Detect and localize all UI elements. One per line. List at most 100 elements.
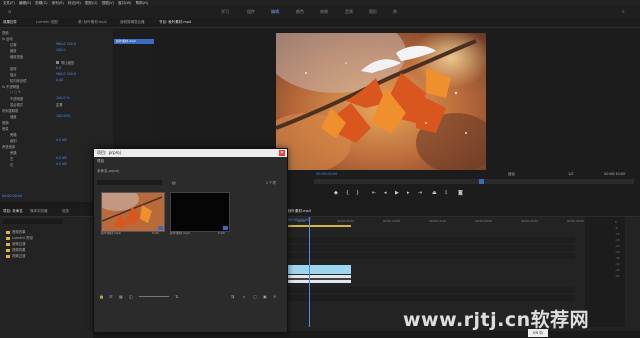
tab-effect-controls[interactable]: 效果控件	[3, 20, 17, 25]
list-item[interactable]: 视频过渡	[6, 253, 26, 258]
clip-name[interactable]: 秋叶素材.mp4	[170, 231, 190, 235]
effect-row-10[interactable]: 不透明度 100.0 %	[10, 96, 70, 101]
workspace-editing[interactable]: 编辑	[271, 9, 279, 15]
resolution-dropdown[interactable]: 1/2	[568, 172, 574, 176]
dialog-search-input[interactable]	[97, 180, 162, 185]
effect-row-8[interactable]: 防闪烁滤镜 0.00	[10, 78, 63, 83]
effect-row-20[interactable]: 左 0.0 dB	[10, 156, 67, 161]
effect-row-7[interactable]: 锚点 960.0 540.0	[10, 72, 76, 77]
fit-dropdown[interactable]: 适合	[508, 172, 515, 177]
go-to-in-icon[interactable]: ⇤	[372, 190, 376, 196]
effect-timecode[interactable]: 00:00:00:00	[2, 194, 22, 199]
go-to-out-icon[interactable]: ⇥	[418, 190, 422, 196]
tab-lumetri-scopes[interactable]: Lumetri 范围	[36, 20, 58, 25]
extract-icon[interactable]: ⇩	[444, 190, 448, 196]
effect-row-17[interactable]: 级别 0.0 dB	[10, 138, 67, 143]
tab-audio-mixer[interactable]: 音频剪辑混合器	[120, 20, 145, 25]
lock-icon[interactable]: 🔒	[99, 294, 104, 299]
dialog-title-bar[interactable]: 项目: .prproj	[94, 149, 287, 157]
clip-thumbnail[interactable]	[101, 192, 165, 232]
workspace-effects[interactable]: 效果	[320, 9, 328, 15]
effect-row-14: 音频	[2, 121, 9, 125]
sort-icon[interactable]: ⇅	[175, 294, 178, 299]
new-bin-icon[interactable]: ▤	[172, 180, 176, 185]
clip-thumbnail[interactable]	[170, 192, 230, 232]
new-bin-icon[interactable]: ▢	[253, 294, 257, 299]
mark-out-icon[interactable]: }	[356, 190, 359, 196]
effect-row-9[interactable]: fx 不透明度	[2, 84, 19, 89]
effect-row-15[interactable]: 音量	[2, 126, 9, 131]
tab-media-browser[interactable]: 媒体浏览器	[30, 209, 48, 214]
effect-row-21[interactable]: 右 0.0 dB	[10, 162, 67, 167]
lift-icon[interactable]: ⏏	[432, 190, 437, 196]
audio-waveform	[285, 278, 351, 280]
video-clip[interactable]	[285, 265, 351, 274]
effect-row-5[interactable]: 等比缩放	[56, 60, 74, 65]
automate-icon[interactable]: ⇶	[231, 294, 234, 299]
effects-search-input[interactable]	[3, 219, 63, 224]
add-marker-icon[interactable]: ◆	[334, 190, 338, 196]
workspace-audio[interactable]: 音频	[345, 9, 353, 15]
list-item[interactable]: 视频效果	[6, 247, 26, 252]
home-icon[interactable]: ⌂	[8, 9, 11, 15]
list-view-icon[interactable]: ☰	[109, 294, 113, 299]
clip-name[interactable]: 秋叶素材.mp4	[101, 231, 121, 235]
mark-in-icon[interactable]: {	[346, 190, 349, 196]
step-forward-icon[interactable]: ▸	[407, 190, 410, 196]
program-duration: 00:00:10:00	[604, 172, 626, 176]
workspace-graphics[interactable]: 图形	[369, 9, 377, 15]
effect-row-18[interactable]: 声道音量	[2, 144, 15, 149]
effect-row-3[interactable]: 缩放 100.0	[10, 48, 65, 53]
timeline-playhead[interactable]	[309, 217, 310, 327]
ime-indicator[interactable]: EN 中	[528, 329, 548, 337]
zoom-slider[interactable]	[139, 296, 169, 297]
search-icon[interactable]: ⌕	[622, 9, 625, 15]
list-item[interactable]: 音频效果	[6, 229, 26, 234]
program-scrubber[interactable]	[314, 179, 634, 184]
tab-sequence[interactable]: 秋叶素材.mp4	[288, 209, 311, 214]
playhead-indicator[interactable]	[479, 179, 484, 184]
effect-row-12[interactable]: 时间重映射	[2, 108, 18, 113]
item-count: 2 个项	[266, 181, 276, 185]
track-v3[interactable]	[285, 237, 575, 243]
track-a3[interactable]	[285, 295, 575, 301]
effect-row-4[interactable]: 缩放宽度	[10, 54, 23, 59]
mask-tools[interactable]: ○ □ ✎	[10, 90, 21, 95]
project-dialog: 项目: .prproj ✕ 项目 未命名.prproj ▤ 2 个项 秋叶素材.…	[93, 148, 288, 333]
export-frame-icon[interactable]: ◙	[458, 190, 463, 196]
step-back-icon[interactable]: ◂	[384, 190, 387, 196]
list-item[interactable]: Lumetri 预设	[6, 235, 33, 240]
effect-row-2[interactable]: 位置 960.0 540.0	[10, 42, 76, 47]
effect-row-1[interactable]: fx 运动	[2, 36, 13, 41]
icon-view-icon[interactable]: ▦	[119, 294, 123, 299]
tab-program[interactable]: 节目: 秋叶素材.mp4	[159, 20, 191, 25]
trash-icon[interactable]: ✕	[273, 294, 276, 299]
workspace-libraries[interactable]: 库	[393, 9, 397, 15]
track-v2[interactable]	[285, 245, 575, 251]
tab-source[interactable]: 源: 秋叶素材.mp4	[78, 20, 107, 25]
workspace-assembly[interactable]: 组件	[247, 9, 255, 15]
track-a2[interactable]	[285, 287, 575, 293]
watermark-text: www.rjtj.cn软荐网	[403, 309, 590, 331]
program-timecode[interactable]: 00:00:00:00	[316, 172, 337, 176]
workspace-color[interactable]: 颜色	[296, 9, 304, 15]
find-icon[interactable]: ⌕	[243, 294, 245, 299]
track-v1[interactable]	[285, 253, 575, 259]
tab-project[interactable]: 项目: 未命名	[3, 209, 23, 214]
clip-bar[interactable]: 秋叶素材.mp4	[114, 39, 154, 44]
new-item-icon[interactable]: ▣	[263, 294, 267, 299]
play-icon[interactable]: ▶	[395, 190, 399, 196]
list-item[interactable]: 音频过渡	[6, 241, 26, 246]
close-icon[interactable]: ✕	[279, 150, 285, 156]
effect-row-13[interactable]: 速度 100.00%	[10, 114, 71, 119]
effect-row-11[interactable]: 混合模式 正常	[10, 102, 63, 107]
work-area-bar[interactable]	[285, 225, 351, 227]
effect-row-19[interactable]: 旁路	[10, 150, 17, 155]
effect-row-16[interactable]: 旁路	[10, 132, 17, 137]
transport-controls: ◆ { } ⇤ ◂ ▶ ▸ ⇥ ⏏ ⇩ ◙	[332, 190, 492, 198]
program-preview-image[interactable]	[276, 33, 486, 170]
effect-row-6[interactable]: 旋转 0.0	[10, 66, 61, 71]
freeform-view-icon[interactable]: ◫	[129, 294, 133, 299]
workspace-learn[interactable]: 学习	[221, 9, 229, 15]
tab-info[interactable]: 信息	[62, 209, 69, 214]
